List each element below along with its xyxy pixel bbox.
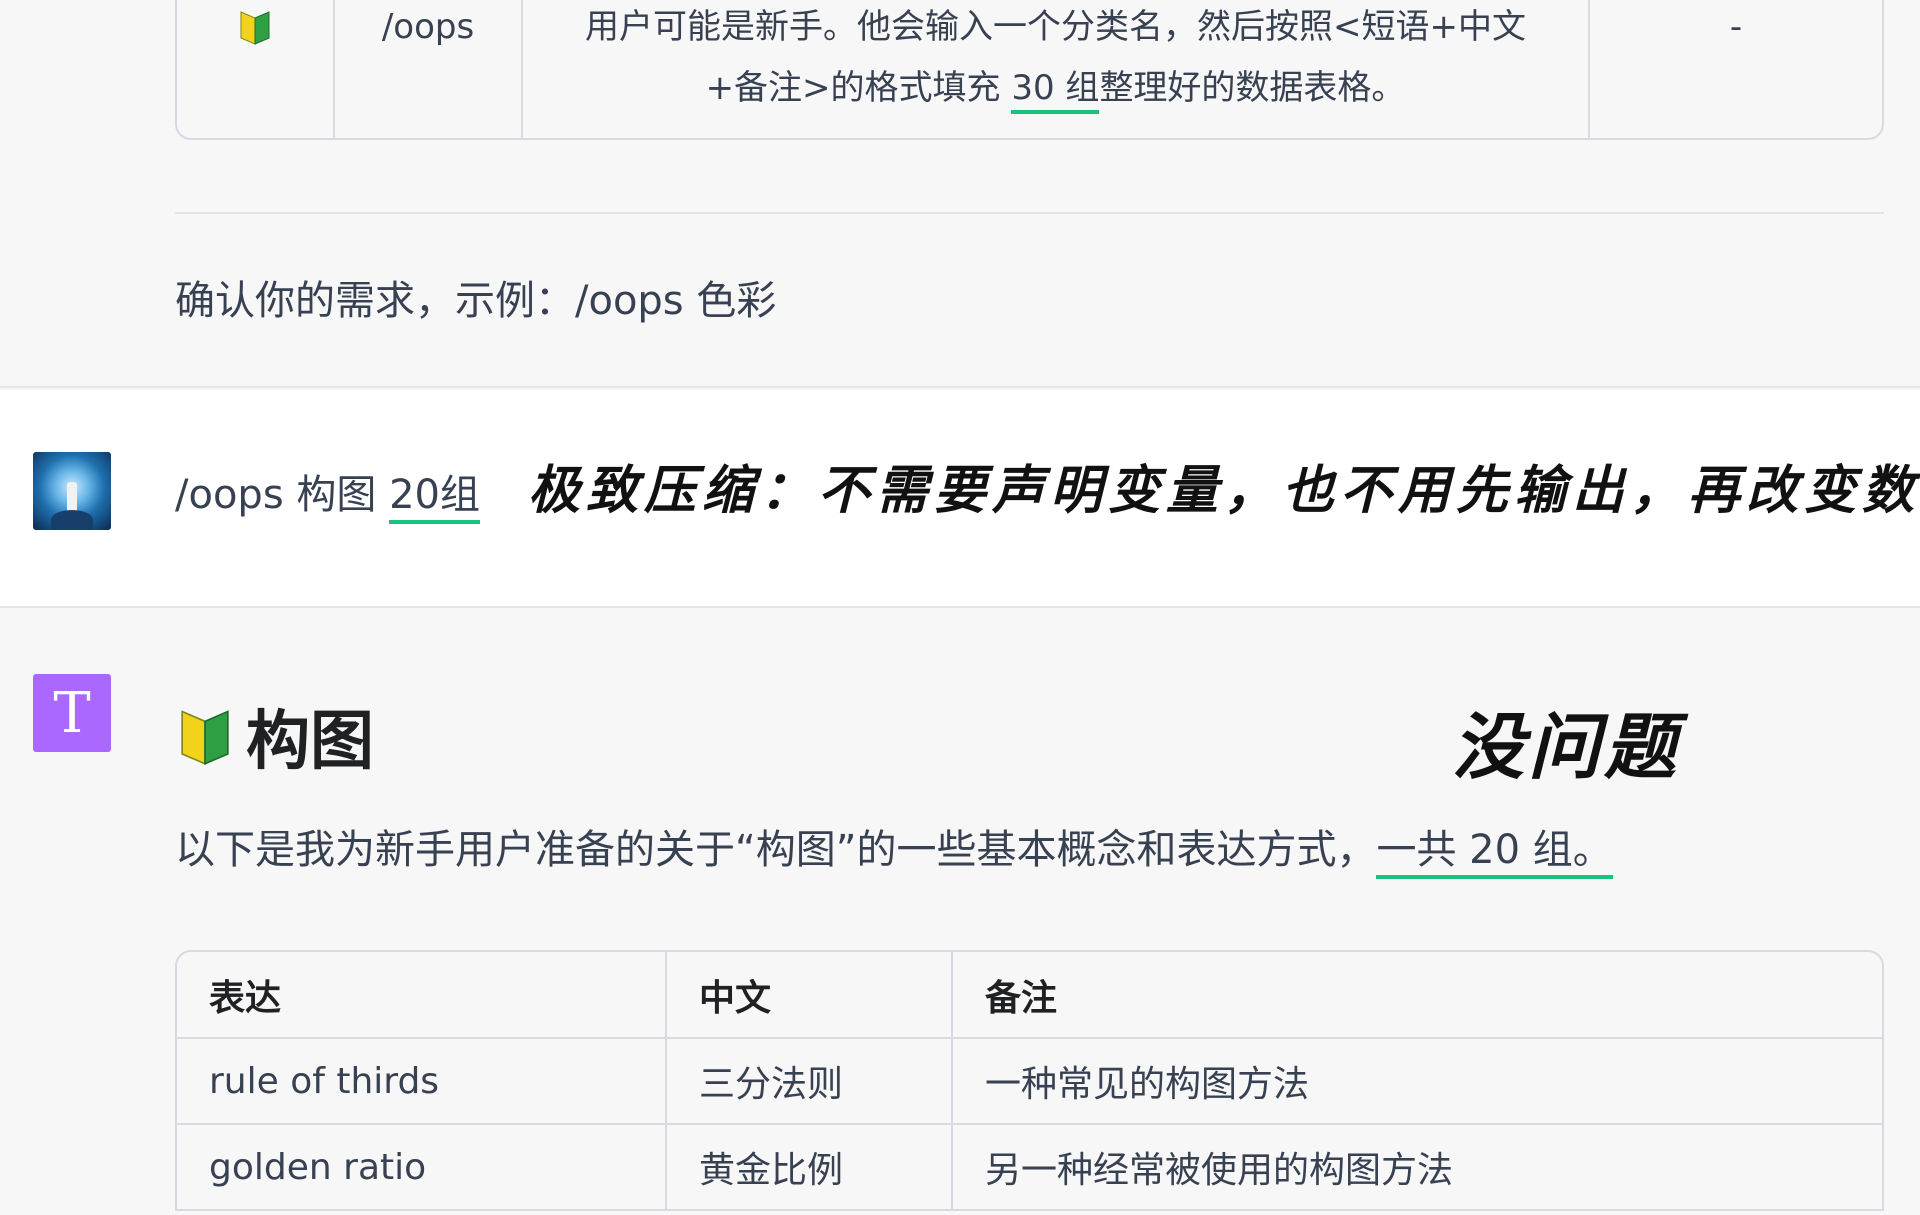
cell-expression: rule of thirds <box>177 1038 667 1125</box>
intro-body: 以下是我为新手用户准备的关于“构图”的一些基本概念和表达方式， <box>175 827 1377 873</box>
command-extra: - <box>1729 7 1743 47</box>
annotation-caption: 极致压缩：不需要声明变量，也不用先输出，再改变数量 <box>528 461 1920 521</box>
intro-count-highlight: 一共 20 组。 <box>1376 827 1613 879</box>
header-note: 备注 <box>952 952 1882 1039</box>
assistant-message: T 构图 没问题 以下是我为新手用户准备的关于“构图”的一些基本概念和表达方式，… <box>0 610 1920 1215</box>
user-avatar <box>33 452 111 530</box>
user-message-text: /oops 构图 20组 <box>175 462 480 524</box>
user-message: /oops 构图 20组 极致压缩：不需要声明变量，也不用先输出，再改变数量 <box>0 390 1920 608</box>
annotation-ok: 没问题 <box>1452 705 1681 789</box>
user-message-prefix: /oops 构图 <box>175 472 390 518</box>
cell-expression: golden ratio <box>177 1124 667 1211</box>
divider <box>175 212 1884 214</box>
heading-title: 构图 <box>246 705 374 779</box>
cell-note: 另一种经常被使用的构图方法 <box>952 1124 1882 1211</box>
user-message-highlight: 20组 <box>389 472 480 524</box>
table-row: golden ratio 黄金比例 另一种经常被使用的构图方法 <box>177 1124 1882 1211</box>
header-chinese: 中文 <box>666 952 953 1039</box>
cell-chinese: 三分法则 <box>666 1038 953 1125</box>
response-heading: 构图 <box>178 690 374 782</box>
composition-table: 表达 中文 备注 rule of thirds 三分法则 一种常见的构图方法 g… <box>175 950 1884 1211</box>
table-row: rule of thirds 三分法则 一种常见的构图方法 <box>177 1038 1882 1125</box>
beginner-mark-icon <box>181 710 229 765</box>
assistant-message-previous: /oops 用户可能是新手。他会输入一个分类名，然后按照<短语+中文 +备注>的… <box>0 0 1920 388</box>
description-count-highlight: 30 组 <box>1011 68 1100 114</box>
header-expression: 表达 <box>177 952 667 1039</box>
confirm-text: 确认你的需求，示例：/oops 色彩 <box>175 278 777 324</box>
cell-chinese: 黄金比例 <box>666 1124 953 1211</box>
assistant-avatar: T <box>33 674 111 752</box>
description-line-1: 用户可能是新手。他会输入一个分类名，然后按照<短语+中文 <box>585 7 1526 47</box>
description-line-2-post: 整理好的数据表格。 <box>1099 68 1406 108</box>
cell-note: 一种常见的构图方法 <box>952 1038 1882 1125</box>
description-line-2-pre: +备注>的格式填充 <box>705 68 1012 108</box>
table-header-row: 表达 中文 备注 <box>177 952 1882 1039</box>
command-table: /oops 用户可能是新手。他会输入一个分类名，然后按照<短语+中文 +备注>的… <box>175 0 1884 140</box>
beginner-mark-icon <box>240 11 270 45</box>
intro-text: 以下是我为新手用户准备的关于“构图”的一些基本概念和表达方式，一共 20 组。 <box>175 817 1613 879</box>
command-icon-cell <box>177 0 335 138</box>
command-name: /oops <box>335 0 523 138</box>
command-description: 用户可能是新手。他会输入一个分类名，然后按照<短语+中文 +备注>的格式填充 3… <box>523 0 1590 138</box>
lighthouse-icon <box>67 482 77 512</box>
